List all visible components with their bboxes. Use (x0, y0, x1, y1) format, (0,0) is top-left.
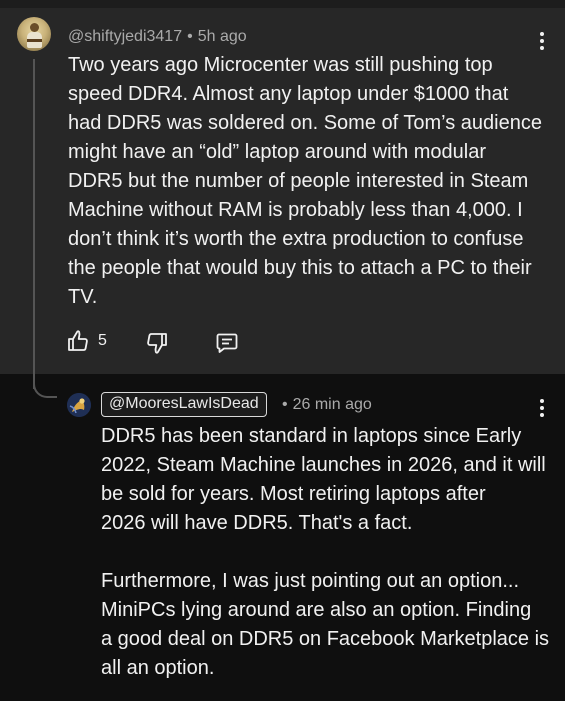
kebab-dot (540, 39, 544, 43)
reply-button[interactable] (215, 330, 239, 356)
top-divider-bar (0, 0, 565, 8)
like-button[interactable]: 5 (66, 328, 107, 354)
comment-line: Two years ago Microcenter was still push… (68, 54, 493, 76)
comment-line: had DDR5 was soldered on. Some of Tom’s … (68, 112, 542, 134)
comment-line: the people that would buy this to attach… (68, 257, 532, 279)
thread-line (33, 59, 35, 389)
comment-line: speed DDR4. Almost any laptop under $100… (68, 83, 509, 105)
comment-line: TV. (68, 286, 98, 308)
comment-line: MiniPCs lying around are also an option.… (101, 599, 532, 621)
dislike-button[interactable] (145, 330, 169, 356)
kebab-dot (540, 406, 544, 410)
thread-connector (33, 370, 57, 398)
kebab-dot (540, 399, 544, 403)
comment-timestamp: 26 min ago (292, 396, 372, 413)
comment-line: be sold for years. Most retiring laptops… (101, 483, 486, 505)
comment-meta: @shiftyjedi3417 • 5h ago (68, 28, 247, 46)
avatar-figure-belt (27, 39, 42, 42)
comment-timestamp: 5h ago (197, 28, 247, 45)
author-handle[interactable]: @MooresLawIsDead (101, 392, 267, 417)
comment-line: Machine without RAM is probably less tha… (68, 199, 523, 221)
avatar-figure-head (30, 23, 39, 32)
comment-line: DDR5 has been standard in laptops since … (101, 425, 522, 447)
comment-line: 2022, Steam Machine launches in 2026, an… (101, 454, 546, 476)
meta-separator: • (282, 396, 288, 413)
comment-line: might have an “old” laptop around with m… (68, 141, 487, 163)
comment-line: 2026 will have DDR5. That's a fact. (101, 512, 413, 534)
like-count: 5 (98, 332, 107, 349)
comment-reply-icon (216, 333, 238, 353)
thumbs-down-icon (147, 333, 167, 354)
channel-logo-icon (67, 393, 91, 417)
kebab-dot (540, 32, 544, 36)
thumbs-up-icon (68, 330, 88, 351)
avatar[interactable] (67, 393, 91, 417)
kebab-dot (540, 46, 544, 50)
comment-line: a good deal on DDR5 on Facebook Marketpl… (101, 628, 550, 650)
meta-separator: • (187, 28, 193, 45)
comment-line: Furthermore, I was just pointing out an … (101, 570, 519, 592)
author-handle[interactable]: @shiftyjedi3417 (68, 28, 182, 45)
comment-line: all an option. (101, 657, 215, 679)
comment-line (101, 538, 556, 567)
comment-line: don’t think it’s worth the extra product… (68, 228, 524, 250)
comment-body: Two years ago Microcenter was still push… (68, 51, 548, 312)
comment-body: DDR5 has been standard in laptops since … (101, 422, 556, 683)
comment-line: DDR5 but the number of people interested… (68, 170, 529, 192)
avatar[interactable] (17, 17, 51, 51)
comment-meta: • 26 min ago (277, 396, 372, 414)
more-vert-icon[interactable] (539, 399, 545, 421)
kebab-dot (540, 413, 544, 417)
